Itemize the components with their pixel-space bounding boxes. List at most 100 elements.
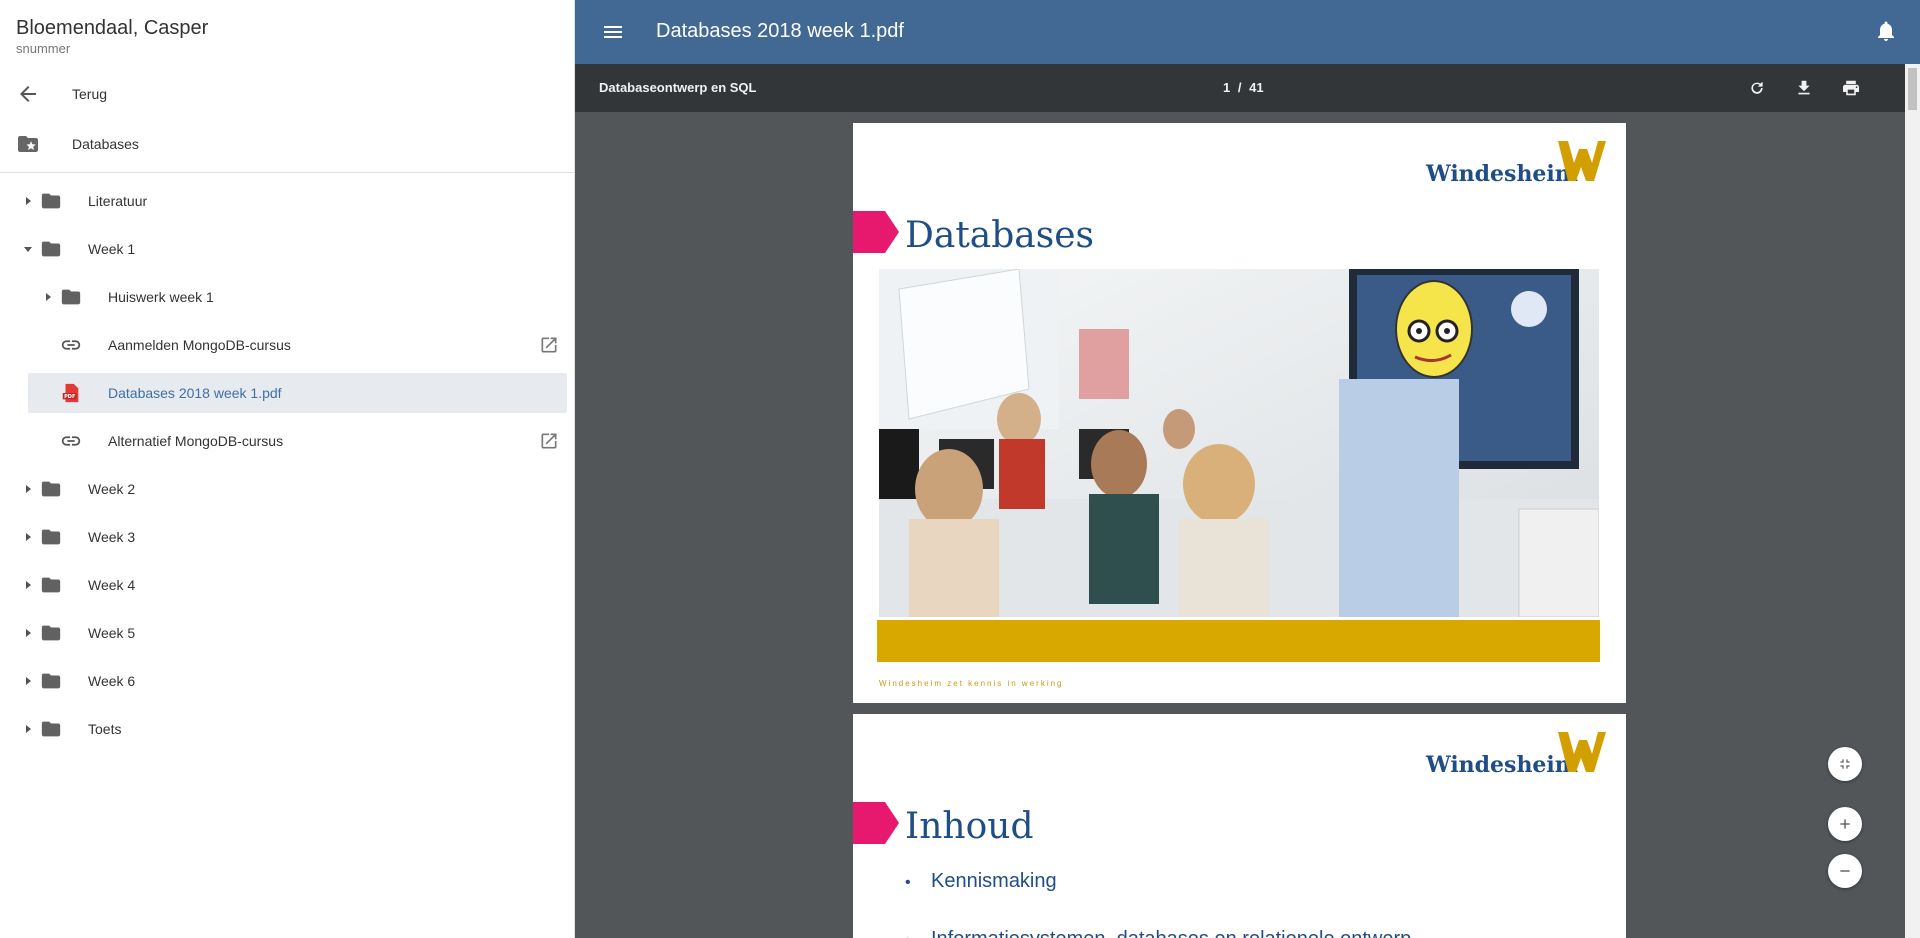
folder-icon <box>41 481 61 497</box>
tree-item-label: Week 6 <box>88 673 136 689</box>
download-icon[interactable] <box>1792 76 1816 100</box>
hamburger-icon[interactable] <box>601 20 625 44</box>
caret-right-icon <box>26 485 31 493</box>
caret-right-icon <box>26 677 31 685</box>
slide-bullet: •Informatiesystemen, databases en relati… <box>905 928 1428 938</box>
gold-banner <box>877 620 1600 662</box>
bullet-text: Informatiesystemen, databases en relatio… <box>931 928 1428 938</box>
tree-item-week-1[interactable]: Week 1 <box>0 229 567 269</box>
folder-icon <box>41 625 61 641</box>
pink-arrow-marker <box>853 211 899 253</box>
user-id: snummer <box>16 41 71 56</box>
tree-item-alternatief-mongodb[interactable]: Alternatief MongoDB-cursus <box>0 421 567 461</box>
page-separator: / <box>1237 80 1242 95</box>
divider <box>0 172 575 173</box>
tree-item-databases-pdf[interactable]: PDF Databases 2018 week 1.pdf <box>28 373 567 413</box>
tree-item-label: Week 5 <box>88 625 136 641</box>
app: Bloemendaal, Casper snummer Terug Databa… <box>0 0 1920 938</box>
folder-icon <box>41 577 61 593</box>
caret-right-icon <box>26 197 31 205</box>
zoom-out-button[interactable] <box>1828 854 1862 888</box>
caret-down-icon <box>24 247 32 252</box>
tree-item-aanmelden-mongodb[interactable]: Aanmelden MongoDB-cursus <box>0 325 567 365</box>
folder-icon <box>41 241 61 257</box>
tree-item-label: Databases 2018 week 1.pdf <box>108 385 282 401</box>
pdf-toolbar: Databaseontwerp en SQL 1 / 41 <box>575 64 1905 112</box>
viewer-scrollbar[interactable] <box>1905 64 1920 938</box>
classroom-photo <box>879 269 1599 617</box>
slide-title: Databases <box>905 215 1095 256</box>
link-icon <box>61 340 81 350</box>
page-title: Databases 2018 week 1.pdf <box>656 20 904 42</box>
page-current[interactable]: 1 <box>1223 80 1230 95</box>
zoom-in-button[interactable] <box>1828 807 1862 841</box>
tree-item-week-5[interactable]: Week 5 <box>0 613 567 653</box>
windesheim-w-mark <box>1558 141 1606 181</box>
bullet-dot: • <box>905 932 931 938</box>
pdf-page-1: Windesheim Databases Windesheim zet kenn… <box>853 123 1626 703</box>
user-info: Bloemendaal, Casper snummer <box>0 0 574 62</box>
page-indicator: 1 / 41 <box>1223 80 1264 95</box>
tree-item-week-6[interactable]: Week 6 <box>0 661 567 701</box>
rotate-icon[interactable] <box>1745 76 1769 100</box>
user-name: Bloemendaal, Casper <box>16 17 209 39</box>
sidebar: Bloemendaal, Casper snummer Terug Databa… <box>0 0 575 938</box>
tree-item-label: Week 4 <box>88 577 136 593</box>
tree-item-huiswerk-week-1[interactable]: Huiswerk week 1 <box>0 277 567 317</box>
tree-item-label: Toets <box>88 721 122 737</box>
pdf-viewer: Databaseontwerp en SQL 1 / 41 Windesheim… <box>575 64 1905 938</box>
open-external-icon[interactable] <box>539 431 559 451</box>
tree-item-week-4[interactable]: Week 4 <box>0 565 567 605</box>
folder-icon <box>61 289 81 305</box>
folder-icon <box>41 721 61 737</box>
page-total: 41 <box>1249 80 1264 95</box>
course-link[interactable]: Databases <box>0 120 575 168</box>
slide-title: Inhoud <box>905 806 1034 847</box>
link-icon <box>61 436 81 446</box>
fit-page-button[interactable] <box>1828 747 1862 781</box>
tree-item-week-3[interactable]: Week 3 <box>0 517 567 557</box>
windesheim-logo: Windesheim <box>1426 732 1606 782</box>
pdf-page-2: Windesheim Inhoud •Kennismaking •Informa… <box>853 714 1626 938</box>
slide-tagline: Windesheim zet kennis in werking <box>879 679 1064 688</box>
caret-right-icon <box>46 293 51 301</box>
back-label: Terug <box>72 86 108 102</box>
caret-right-icon <box>26 533 31 541</box>
caret-right-icon <box>26 725 31 733</box>
bullet-text: Kennismaking <box>931 870 1057 892</box>
course-label: Databases <box>72 136 139 152</box>
tree-item-label: Aanmelden MongoDB-cursus <box>108 337 291 353</box>
folder-icon <box>41 673 61 689</box>
tree-item-label: Literatuur <box>88 193 148 209</box>
bell-icon[interactable] <box>1874 19 1898 43</box>
pink-arrow-marker <box>853 802 899 844</box>
folder-star-icon <box>18 136 38 152</box>
tree-item-label: Week 2 <box>88 481 136 497</box>
print-icon[interactable] <box>1839 76 1863 100</box>
plus-icon <box>1840 819 1850 829</box>
pdf-file-icon: PDF <box>62 383 79 403</box>
bullet-dot: • <box>905 874 911 891</box>
svg-text:PDF: PDF <box>64 394 76 400</box>
tree-item-label: Alternatief MongoDB-cursus <box>108 433 284 449</box>
fit-page-icon <box>1840 759 1850 769</box>
tree-item-literatuur[interactable]: Literatuur <box>0 181 567 221</box>
slide-bullet: • Kennismaking <box>905 870 1057 893</box>
tree-item-week-2[interactable]: Week 2 <box>0 469 567 509</box>
top-app-bar: Databases 2018 week 1.pdf <box>575 0 1920 64</box>
windesheim-w-mark <box>1558 732 1606 772</box>
windesheim-logo: Windesheim <box>1426 141 1606 191</box>
arrow-left-icon <box>20 86 36 102</box>
back-button[interactable]: Terug <box>0 70 575 118</box>
tree-item-toets[interactable]: Toets <box>0 709 567 749</box>
caret-right-icon <box>26 581 31 589</box>
scrollbar-thumb[interactable] <box>1908 68 1917 110</box>
minus-icon <box>1840 870 1850 872</box>
open-external-icon[interactable] <box>539 335 559 355</box>
tree-item-label: Week 1 <box>88 241 136 257</box>
tree-item-label: Huiswerk week 1 <box>108 289 214 305</box>
caret-right-icon <box>26 629 31 637</box>
pdf-doc-title: Databaseontwerp en SQL <box>599 80 757 95</box>
tree-item-label: Week 3 <box>88 529 136 545</box>
folder-icon <box>41 529 61 545</box>
